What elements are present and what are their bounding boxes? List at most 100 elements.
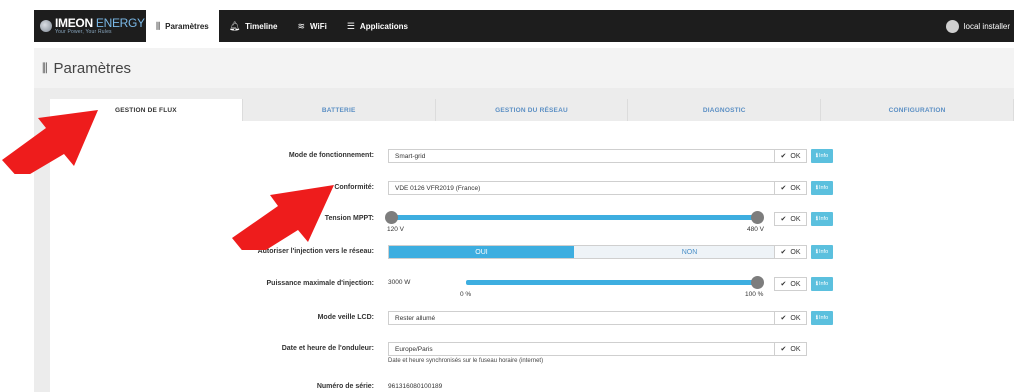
tab-batterie[interactable]: BATTERIE	[243, 99, 436, 121]
info-label: Info	[818, 281, 829, 287]
avatar	[945, 19, 959, 33]
ok-label: OK	[790, 345, 801, 353]
serie-value: 961316080100189	[388, 383, 443, 390]
bell-icon: 🔔︎	[228, 20, 241, 31]
injection-oui-button[interactable]: OUI	[389, 246, 574, 258]
ok-button-veille[interactable]: ✔ OK	[774, 311, 807, 325]
nav-label: Applications	[359, 21, 408, 31]
ok-button-puissance[interactable]: ✔ OK	[774, 277, 807, 291]
serie-label: Numéro de série:	[316, 383, 374, 390]
nav-label: Timeline	[245, 21, 278, 31]
check-icon: ✔	[780, 185, 787, 192]
puissance-min-label: 0 %	[460, 291, 472, 298]
nav-item-parametres[interactable]: ⫼ Paramètres	[146, 10, 219, 42]
info-icon: ℹ	[815, 281, 818, 287]
annotation-arrow-conformite	[232, 185, 334, 250]
info-icon: ℹ	[815, 315, 818, 321]
puissance-label: Puissance maximale d'injection:	[266, 280, 374, 287]
injection-toggle: OUI NON	[388, 245, 806, 259]
ok-label: OK	[790, 280, 801, 288]
ok-button-injection[interactable]: ✔ OK	[774, 245, 807, 259]
nav-item-applications[interactable]: ☰ Applications	[337, 10, 418, 42]
tab-configuration[interactable]: CONFIGURATION	[821, 99, 1014, 121]
info-icon: ℹ	[815, 249, 818, 255]
brand-name-part1: IMEON	[55, 16, 93, 30]
info-label: Info	[818, 153, 829, 159]
mppt-slider-max-handle[interactable]	[751, 211, 764, 224]
mode-value: Smart-grid	[395, 152, 426, 160]
ok-label: OK	[790, 248, 801, 256]
puissance-slider-track[interactable]	[466, 280, 758, 285]
nav-label: Paramètres	[165, 21, 209, 31]
list-icon: ☰	[346, 20, 355, 31]
page-header: ⫼ Paramètres	[34, 48, 1014, 88]
sliders-icon: ⫼	[156, 20, 161, 31]
annotation-arrow-tabs	[2, 110, 98, 174]
veille-value: Rester allumé	[395, 314, 436, 322]
check-icon: ✔	[780, 153, 787, 160]
info-button-injection[interactable]: ℹ Info	[811, 245, 833, 259]
veille-label: Mode veille LCD:	[317, 314, 374, 321]
info-icon: ℹ	[815, 153, 818, 159]
tab-bar: GESTION DE FLUX BATTERIE GESTION DU RÉSE…	[50, 99, 1014, 121]
navbar: IMEON ENERGY Your Power, Your Rules ⫼ Pa…	[34, 10, 1014, 42]
mode-label: Mode de fonctionnement:	[288, 152, 374, 159]
ok-button-mode[interactable]: ✔ OK	[774, 149, 807, 163]
check-icon: ✔	[780, 216, 787, 223]
mppt-slider-track[interactable]	[391, 215, 757, 220]
conformite-select[interactable]: VDE 0126 VFR2019 (France)⌄	[388, 181, 806, 195]
mode-select[interactable]: Smart-grid⌄	[388, 149, 806, 163]
info-button-puissance[interactable]: ℹ Info	[811, 277, 833, 291]
conformite-label: Conformité:	[334, 184, 374, 191]
info-button-conformite[interactable]: ℹ Info	[811, 181, 833, 195]
veille-select[interactable]: Rester allumé⌄	[388, 311, 806, 325]
tab-gestion-du-reseau[interactable]: GESTION DU RÉSEAU	[436, 99, 629, 121]
conformite-value: VDE 0126 VFR2019 (France)	[395, 184, 481, 192]
check-icon: ✔	[780, 281, 787, 288]
mppt-min-label: 120 V	[387, 226, 404, 233]
info-label: Info	[818, 185, 829, 191]
check-icon: ✔	[780, 315, 787, 322]
ok-label: OK	[790, 215, 801, 223]
date-select[interactable]: Europe/Paris⌄	[388, 342, 806, 356]
user-label: local installer	[963, 21, 1010, 31]
brand-logo[interactable]: IMEON ENERGY Your Power, Your Rules	[40, 17, 146, 35]
info-label: Info	[818, 249, 829, 255]
info-icon: ℹ	[815, 216, 818, 222]
page-title: Paramètres	[53, 59, 132, 77]
info-button-mppt[interactable]: ℹ Info	[811, 212, 833, 226]
brand-name-part2: ENERGY	[92, 16, 145, 30]
sliders-icon: ⫼	[42, 60, 48, 75]
nav-item-timeline[interactable]: 🔔︎ Timeline	[219, 10, 288, 42]
user-menu[interactable]: local installer	[945, 19, 1014, 33]
info-button-mode[interactable]: ℹ Info	[811, 149, 833, 163]
puissance-max-label: 100 %	[745, 291, 764, 298]
date-label: Date et heure de l'onduleur:	[281, 345, 374, 352]
puissance-value: 3000 W	[388, 279, 411, 286]
date-value: Europe/Paris	[395, 345, 433, 353]
puissance-slider-handle[interactable]	[751, 276, 764, 289]
ok-button-conformite[interactable]: ✔ OK	[774, 181, 807, 195]
mppt-max-label: 480 V	[747, 226, 764, 233]
ok-button-mppt[interactable]: ✔ OK	[774, 212, 807, 226]
info-button-veille[interactable]: ℹ Info	[811, 311, 833, 325]
ok-button-date[interactable]: ✔ OK	[774, 342, 807, 356]
check-icon: ✔	[780, 346, 787, 353]
check-icon: ✔	[780, 249, 787, 256]
ok-label: OK	[790, 314, 801, 322]
date-note: Date et heure synchronisés sur le fuseau…	[388, 358, 544, 364]
logo-icon	[40, 20, 52, 32]
tab-diagnostic[interactable]: DIAGNOSTIC	[628, 99, 822, 121]
nav-label: WiFi	[310, 21, 327, 31]
injection-non-button[interactable]: NON	[574, 246, 805, 258]
mppt-slider-min-handle[interactable]	[385, 211, 398, 224]
info-icon: ℹ	[815, 185, 818, 191]
wifi-icon: ≋	[297, 20, 306, 31]
brand-tagline: Your Power, Your Rules	[55, 29, 112, 35]
ok-label: OK	[790, 184, 801, 192]
ok-label: OK	[790, 152, 801, 160]
nav-item-wifi[interactable]: ≋ WiFi	[287, 10, 336, 42]
info-label: Info	[818, 315, 829, 321]
brand-name: IMEON ENERGY	[55, 17, 145, 29]
info-label: Info	[818, 216, 829, 222]
